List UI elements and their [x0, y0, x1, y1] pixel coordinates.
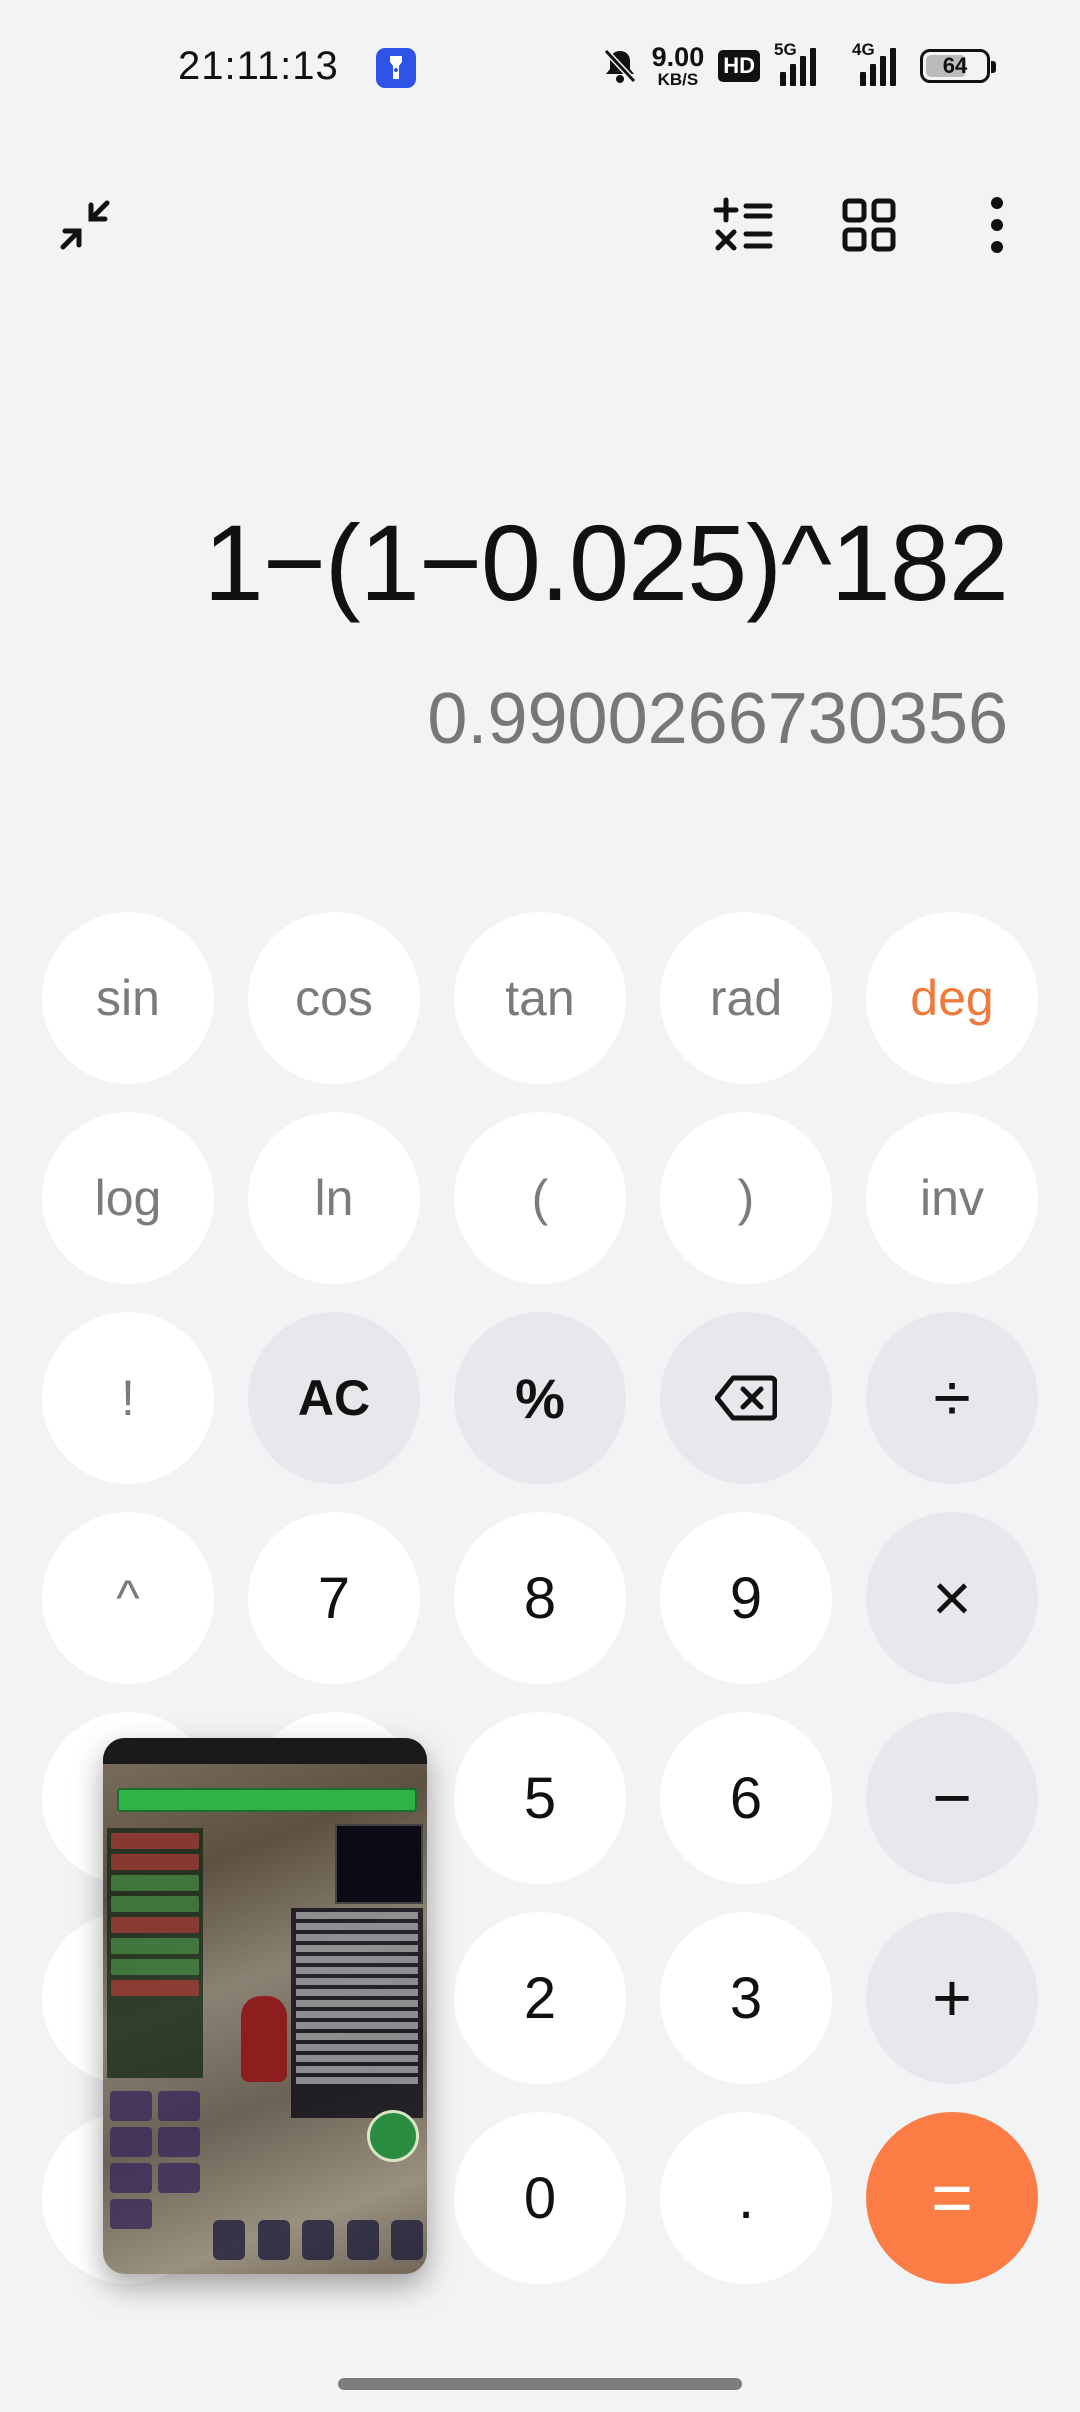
backspace-button[interactable]	[660, 1312, 832, 1484]
home-indicator[interactable]	[338, 2378, 742, 2390]
battery-icon: 64	[920, 49, 996, 83]
plus-minus-times-equal-icon[interactable]	[708, 190, 778, 260]
multiply-button[interactable]: ×	[866, 1512, 1038, 1684]
inv-button[interactable]: inv	[866, 1112, 1038, 1284]
status-time: 21:11:13	[178, 44, 339, 88]
nine-button[interactable]: 9	[660, 1512, 832, 1684]
status-bar: 21:11:13 9.00 KB/S HD 5G 4G 64	[0, 0, 1080, 140]
ln-button[interactable]: ln	[248, 1112, 420, 1284]
right-paren-button[interactable]: )	[660, 1112, 832, 1284]
signal-4g-icon: 4G	[842, 40, 906, 86]
pip-health-bar	[117, 1788, 417, 1812]
minus-button[interactable]: −	[866, 1712, 1038, 1884]
grid-four-squares-icon[interactable]	[834, 190, 904, 260]
flashlight-icon	[376, 48, 416, 88]
collapse-arrows-icon[interactable]	[50, 190, 120, 260]
network-speed: 9.00 KB/S	[651, 42, 705, 89]
decimal-button[interactable]: .	[660, 2112, 832, 2284]
five-button[interactable]: 5	[454, 1712, 626, 1884]
floating-app-window[interactable]	[103, 1738, 427, 2274]
percent-button[interactable]: %	[454, 1312, 626, 1484]
pip-top-bar	[103, 1738, 427, 1764]
three-button[interactable]: 3	[660, 1912, 832, 2084]
tan-button[interactable]: tan	[454, 912, 626, 1084]
pip-menu-icons	[107, 2088, 203, 2229]
power-button[interactable]: ^	[42, 1512, 214, 1684]
result-display: 0.9900266730356	[427, 679, 1008, 759]
deg-button[interactable]: deg	[866, 912, 1038, 1084]
seven-button[interactable]: 7	[248, 1512, 420, 1684]
eight-button[interactable]: 8	[454, 1512, 626, 1684]
left-paren-button[interactable]: (	[454, 1112, 626, 1284]
equals-button[interactable]: =	[866, 2112, 1038, 2284]
cos-button[interactable]: cos	[248, 912, 420, 1084]
mute-bell-icon	[603, 48, 636, 84]
two-button[interactable]: 2	[454, 1912, 626, 2084]
vertical-dots-icon[interactable]	[962, 190, 1032, 260]
expression-display: 1−(1−0.025)^182	[203, 502, 1009, 623]
pip-bottom-menu	[213, 2220, 423, 2264]
pip-quest-panel	[107, 1828, 203, 2078]
all-clear-button[interactable]: AC	[248, 1312, 420, 1484]
divide-button[interactable]: ÷	[866, 1312, 1038, 1484]
pip-attack-button	[367, 2110, 419, 2162]
signal-5g-icon: 5G	[774, 40, 828, 86]
zero-button[interactable]: 0	[454, 2112, 626, 2284]
sin-button[interactable]: sin	[42, 912, 214, 1084]
hd-voice-badge: HD	[718, 50, 760, 82]
factorial-button[interactable]: !	[42, 1312, 214, 1484]
plus-button[interactable]: +	[866, 1912, 1038, 2084]
six-button[interactable]: 6	[660, 1712, 832, 1884]
pip-minimap	[335, 1824, 423, 1904]
rad-button[interactable]: rad	[660, 912, 832, 1084]
log-button[interactable]: log	[42, 1112, 214, 1284]
backspace-icon	[715, 1375, 777, 1421]
pip-stats-panel	[291, 1908, 423, 2118]
pip-character	[241, 1996, 287, 2082]
